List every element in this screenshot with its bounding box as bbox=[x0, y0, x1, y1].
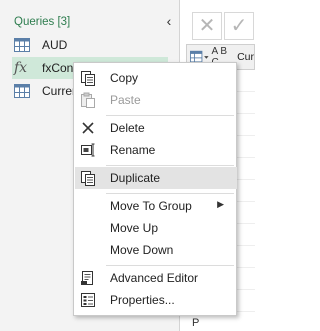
menu-item-properties[interactable]: Properties... bbox=[75, 289, 237, 311]
copy-icon bbox=[81, 71, 95, 86]
context-menu: Copy Paste Delete Rename Duplicate Move … bbox=[73, 62, 237, 316]
table-icon bbox=[14, 38, 30, 52]
menu-label: Advanced Editor bbox=[110, 271, 199, 285]
delete-icon bbox=[82, 122, 94, 134]
menu-label: Paste bbox=[110, 93, 141, 107]
submenu-arrow-icon: ▶ bbox=[217, 199, 224, 209]
query-label: AUD bbox=[42, 38, 68, 52]
menu-item-copy[interactable]: Copy bbox=[75, 67, 237, 89]
menu-item-paste[interactable]: Paste bbox=[75, 89, 237, 111]
menu-label: Move Up bbox=[110, 221, 159, 235]
menu-separator bbox=[106, 115, 234, 116]
menu-separator bbox=[106, 193, 234, 194]
menu-item-move-up[interactable]: Move Up bbox=[75, 217, 237, 239]
column-header-name[interactable]: Cur bbox=[237, 51, 254, 63]
menu-item-move-down[interactable]: Move Down bbox=[75, 239, 237, 261]
collapse-pane-button[interactable]: ‹ bbox=[162, 12, 176, 30]
menu-label: Move To Group bbox=[110, 199, 192, 213]
menu-item-move-to-group[interactable]: Move To Group ▶ bbox=[75, 195, 237, 217]
properties-icon bbox=[81, 293, 95, 307]
menu-label: Move Down bbox=[110, 243, 174, 257]
menu-separator bbox=[106, 165, 234, 166]
queries-header: Queries [3] bbox=[14, 16, 71, 28]
menu-item-rename[interactable]: Rename bbox=[75, 139, 237, 161]
menu-label: Properties... bbox=[110, 293, 175, 307]
menu-label: Delete bbox=[110, 121, 145, 135]
function-icon: fx bbox=[14, 60, 28, 76]
duplicate-icon bbox=[81, 171, 95, 186]
query-item-aud[interactable]: AUD bbox=[14, 34, 180, 56]
menu-separator bbox=[106, 265, 234, 266]
menu-item-delete[interactable]: Delete bbox=[75, 117, 237, 139]
advanced-editor-icon bbox=[81, 271, 93, 285]
menu-item-advanced-editor[interactable]: Advanced Editor bbox=[75, 267, 237, 289]
menu-item-duplicate[interactable]: Duplicate bbox=[75, 167, 237, 189]
rename-icon bbox=[81, 143, 95, 157]
table-icon bbox=[14, 84, 30, 98]
menu-label: Duplicate bbox=[110, 171, 161, 185]
menu-label: Copy bbox=[110, 71, 139, 85]
confirm-button[interactable]: ✓ bbox=[224, 12, 254, 40]
paste-icon bbox=[81, 92, 95, 108]
cancel-button[interactable]: ✕ bbox=[192, 12, 222, 40]
menu-label: Rename bbox=[110, 143, 156, 157]
